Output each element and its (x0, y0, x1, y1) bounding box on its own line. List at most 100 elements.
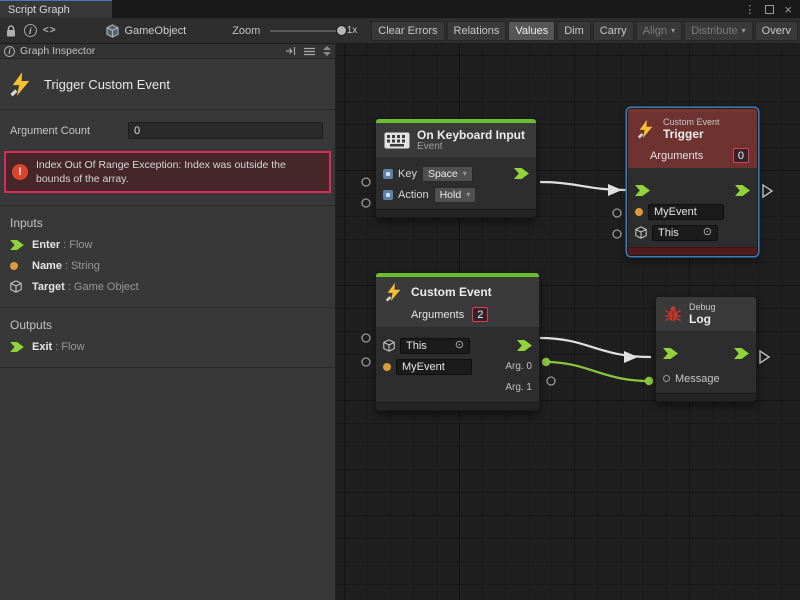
key-value: Space (428, 168, 458, 180)
dim-button[interactable]: Dim (557, 21, 591, 41)
this-value: This (406, 340, 427, 352)
node-trigger-custom-event[interactable]: Custom Event Trigger Arguments 0 (627, 108, 758, 256)
action-value: Hold (440, 189, 462, 201)
keyboard-action-port[interactable] (362, 199, 370, 207)
node-category: Debug (689, 302, 716, 312)
graph-canvas[interactable]: On Keyboard Input Event Key Space ▾ (336, 44, 800, 600)
section-divider (0, 367, 335, 368)
event-name-input[interactable] (648, 204, 724, 220)
target-dropdown[interactable]: This ⊙ (652, 225, 718, 241)
message-port-icon[interactable] (663, 375, 670, 382)
flow-in-port[interactable] (663, 348, 678, 359)
clear-errors-label: Clear Errors (378, 25, 437, 37)
node-header: Custom Event Trigger (628, 112, 757, 146)
port-name: Enter (32, 239, 60, 251)
node-on-keyboard-input[interactable]: On Keyboard Input Event Key Space ▾ (375, 118, 537, 218)
menu-icon[interactable] (304, 47, 315, 56)
code-icon: <> (43, 25, 57, 36)
trigger-target-port[interactable] (613, 230, 621, 238)
wire-customevent-to-log[interactable] (540, 338, 651, 357)
dim-label: Dim (564, 25, 584, 37)
node-title: Log (689, 312, 716, 326)
relations-button[interactable]: Relations (447, 21, 507, 41)
pane-scroll-icon[interactable] (323, 46, 331, 56)
action-row: Action Hold ▾ (376, 184, 536, 205)
overview-button[interactable]: Overv (755, 21, 798, 41)
gameobject-cube-icon (10, 280, 32, 293)
target-row: This ⊙ (628, 222, 757, 243)
node-debug-log[interactable]: Debug Log Message (655, 296, 757, 402)
zoom-slider[interactable] (270, 21, 338, 41)
event-name-row: Arg. 0 (376, 356, 539, 377)
bug-icon (664, 305, 682, 323)
distribute-label: Distribute (691, 25, 737, 37)
this-dropdown[interactable]: This ⊙ (400, 338, 470, 354)
port-name: Name (32, 260, 62, 272)
this-row: This ⊙ (376, 335, 539, 356)
event-name-input[interactable] (396, 359, 472, 375)
flow-out-port[interactable] (734, 348, 749, 359)
zoom-value: 1x (347, 25, 358, 36)
error-exclamation-icon: ! (12, 164, 28, 180)
trigger-name-port[interactable] (613, 209, 621, 217)
tab-script-graph[interactable]: Script Graph (0, 0, 112, 18)
port-type: : Flow (55, 341, 84, 353)
gameobject-cube-icon (635, 226, 647, 239)
tab-title: Script Graph (8, 4, 70, 16)
align-button[interactable]: Align ▾ (636, 21, 682, 41)
argument-count-row: Argument Count (0, 110, 335, 143)
wire-arrowhead (608, 184, 622, 196)
customevent-arg0-port[interactable] (542, 358, 550, 366)
values-button[interactable]: Values (508, 21, 555, 41)
customevent-arg1-port[interactable] (547, 377, 555, 385)
customevent-name-port[interactable] (362, 358, 370, 366)
argument-count-input[interactable] (128, 122, 323, 139)
flow-out-port[interactable] (517, 340, 532, 351)
node-footer (628, 247, 757, 255)
close-icon[interactable]: × (784, 5, 792, 14)
distribute-button[interactable]: Distribute ▾ (684, 21, 752, 41)
graph-inspector-header: i Graph Inspector (0, 44, 335, 59)
arguments-value-badge[interactable]: 2 (472, 307, 488, 322)
wire-arg0-to-message[interactable] (546, 362, 649, 381)
graph-inspector-panel: i Graph Inspector Trigger Custom Event A… (0, 44, 336, 600)
clear-errors-button[interactable]: Clear Errors (371, 21, 444, 41)
node-header: Custom Event (376, 277, 539, 307)
carry-button[interactable]: Carry (593, 21, 634, 41)
edit-script-button[interactable]: <> (41, 21, 58, 41)
debug-message-port[interactable] (645, 377, 653, 385)
zoom-slider-knob[interactable] (336, 25, 347, 36)
flow-arrow-icon (10, 240, 32, 250)
unit-title: Trigger Custom Event (44, 77, 170, 92)
maximize-icon[interactable] (765, 5, 774, 14)
flow-in-port[interactable] (635, 185, 650, 196)
lock-button[interactable] (2, 21, 19, 41)
target-icon: ⊙ (703, 227, 712, 238)
port-type: : Flow (63, 239, 92, 251)
key-dropdown[interactable]: Space ▾ (422, 166, 473, 182)
port-name: Target (32, 281, 65, 293)
action-label: Action (398, 189, 429, 201)
string-port-icon[interactable] (383, 363, 391, 371)
customevent-this-port[interactable] (362, 334, 370, 342)
node-body: Key Space ▾ Action Hold ▾ (376, 157, 536, 209)
dock-icon[interactable] (285, 46, 296, 56)
kebab-menu-icon[interactable]: ⋮ (744, 3, 755, 16)
outputs-section-header: Outputs (0, 307, 335, 336)
inspect-button[interactable]: i (21, 21, 38, 41)
keyboard-key-port[interactable] (362, 178, 370, 186)
node-custom-event[interactable]: Custom Event Arguments 2 This ⊙ (375, 272, 540, 411)
values-label: Values (515, 25, 548, 37)
zoom-label: Zoom (232, 25, 260, 37)
info-icon: i (4, 46, 15, 57)
action-dropdown[interactable]: Hold ▾ (434, 187, 477, 203)
input-row-enter: Enter : Flow (0, 234, 335, 255)
gameobject-selector[interactable]: GameObject (106, 24, 186, 38)
align-label: Align (643, 25, 667, 37)
unity-editor-window: Script Graph ⋮ × i <> GameObject Zoom 1x (0, 0, 800, 600)
arguments-value-badge[interactable]: 0 (733, 148, 749, 163)
flow-out-port[interactable] (735, 185, 750, 196)
string-port-icon[interactable] (635, 208, 643, 216)
flow-out-port[interactable] (514, 168, 529, 179)
info-icon: i (24, 24, 37, 37)
